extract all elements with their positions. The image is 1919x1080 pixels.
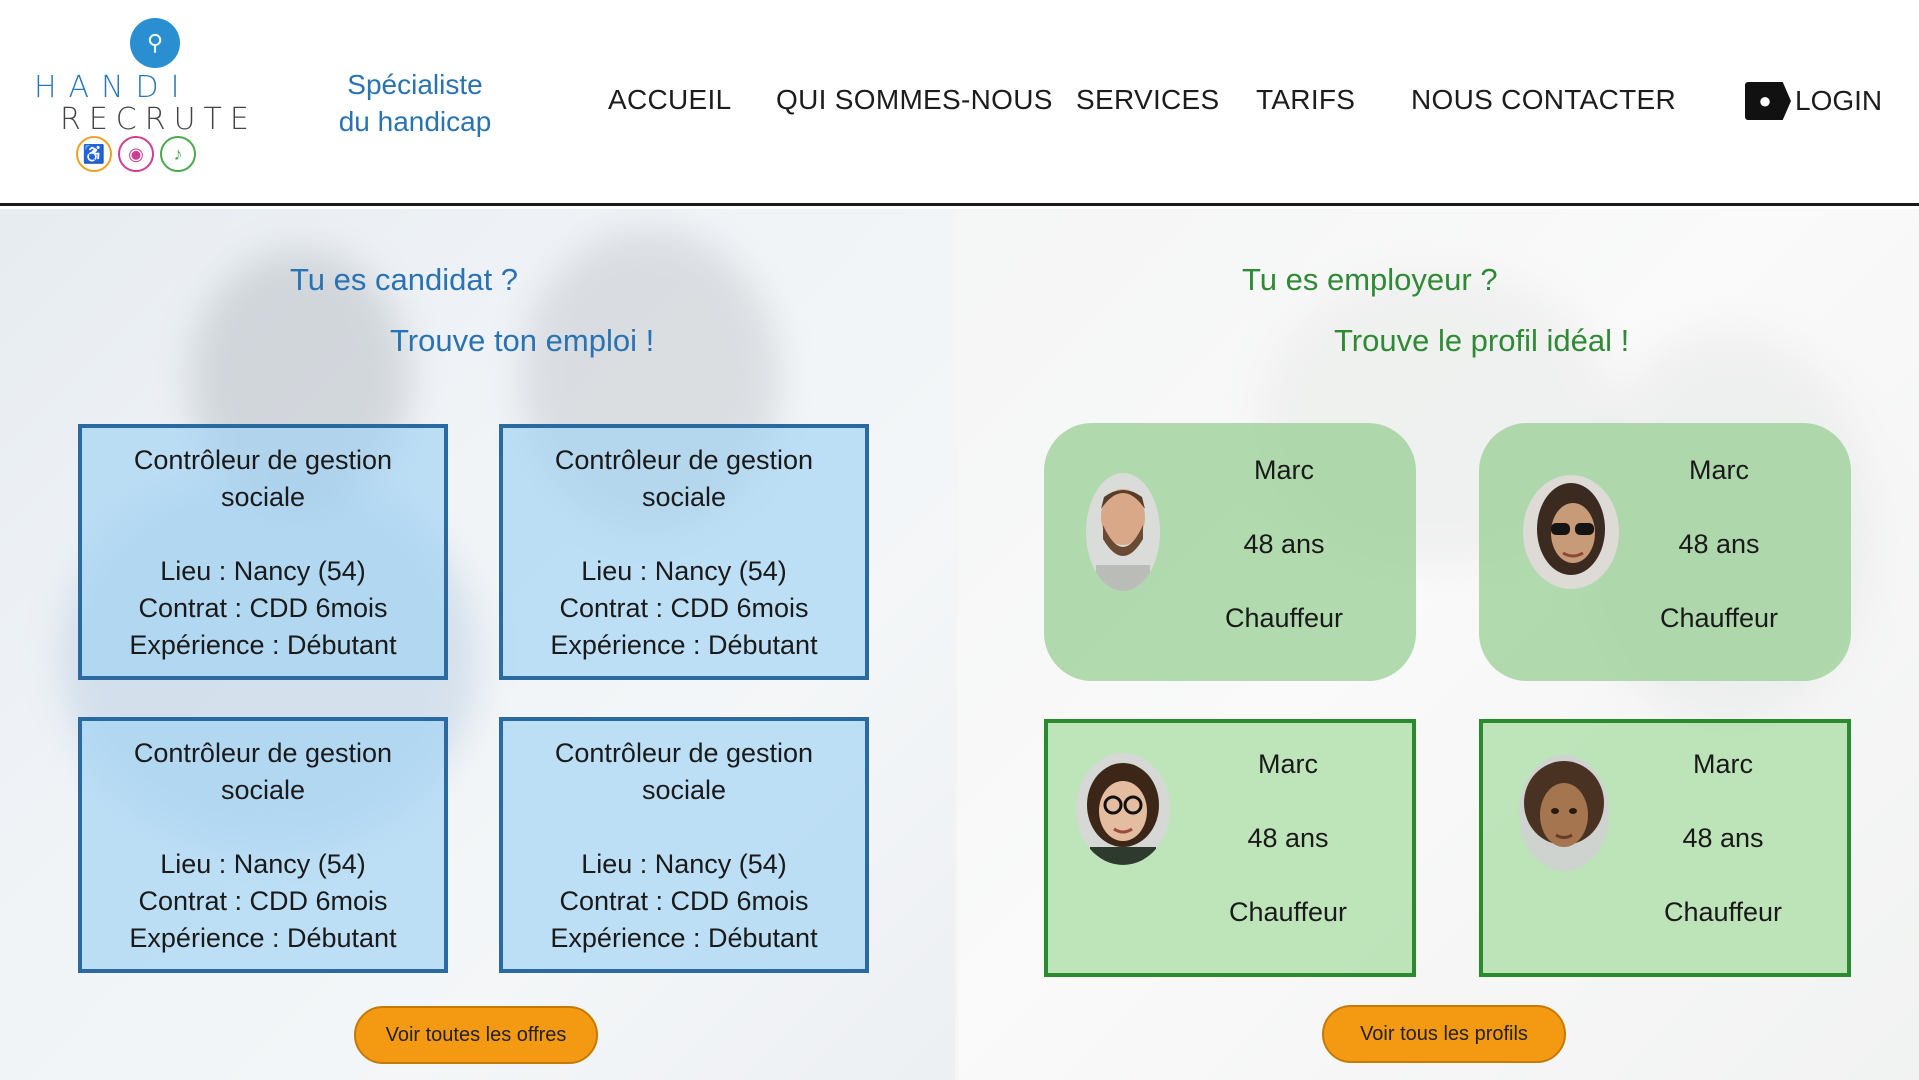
magnifier-people-icon: ⚲: [130, 18, 180, 68]
employer-panel: Tu es employeur ? Trouve le profil idéal…: [958, 209, 1919, 1080]
nav-qui-sommes-nous[interactable]: QUI SOMMES-NOUS: [776, 84, 1053, 116]
profile-info: Marc 48 ans Chauffeur: [1154, 433, 1414, 655]
job-contract: Contrat : CDD 6mois: [138, 593, 388, 623]
job-title: Contrôleur de gestion sociale: [133, 738, 393, 805]
job-experience: Expérience : Débutant: [129, 923, 397, 953]
logo-disability-icons: ♿ ◉ ♪: [76, 136, 196, 172]
avatar: [1076, 753, 1170, 865]
profile-card[interactable]: Marc 48 ans Chauffeur: [1044, 719, 1416, 977]
profile-age: 48 ans: [1678, 529, 1760, 559]
see-all-profiles-button[interactable]: Voir tous les profils: [1322, 1005, 1566, 1063]
nav-nous-contacter[interactable]: NOUS CONTACTER: [1411, 84, 1676, 116]
profile-info: Marc 48 ans Chauffeur: [1589, 433, 1849, 655]
nav-accueil[interactable]: ACCUEIL: [608, 84, 731, 116]
employer-subtitle: Trouve le profil idéal !: [1334, 323, 1630, 358]
job-contract: Contrat : CDD 6mois: [559, 593, 809, 623]
candidate-panel: Tu es candidat ? Trouve ton emploi ! Con…: [0, 209, 955, 1080]
job-location: Lieu : Nancy (54): [160, 849, 366, 879]
site-header: ⚲ HANDI RECRUTE ♿ ◉ ♪ Spécialiste du han…: [0, 0, 1919, 206]
job-offer-card[interactable]: Contrôleur de gestion sociale Lieu : Nan…: [78, 717, 448, 973]
job-experience: Expérience : Débutant: [550, 630, 818, 660]
candidate-subtitle: Trouve ton emploi !: [390, 323, 655, 358]
login-label: LOGIN: [1795, 85, 1883, 116]
avatar: [1086, 473, 1160, 591]
profile-info: Marc 48 ans Chauffeur: [1158, 727, 1418, 949]
job-experience: Expérience : Débutant: [129, 630, 397, 660]
user-login-icon: ●: [1745, 82, 1791, 120]
wheelchair-icon: ♿: [76, 136, 112, 172]
job-offer-card[interactable]: Contrôleur de gestion sociale Lieu : Nan…: [499, 717, 869, 973]
eye-icon: ◉: [118, 136, 154, 172]
job-contract: Contrat : CDD 6mois: [559, 886, 809, 916]
profile-job: Chauffeur: [1224, 603, 1344, 633]
profile-age: 48 ans: [1247, 823, 1329, 853]
candidate-title: Tu es candidat ?: [290, 262, 519, 297]
profile-card[interactable]: Marc 48 ans Chauffeur: [1044, 423, 1416, 681]
job-offer-card[interactable]: Contrôleur de gestion sociale Lieu : Nan…: [499, 424, 869, 680]
profile-card[interactable]: Marc 48 ans Chauffeur: [1479, 423, 1851, 681]
profile-info: Marc 48 ans Chauffeur: [1593, 727, 1853, 949]
nav-services[interactable]: SERVICES: [1076, 84, 1220, 116]
profile-age: 48 ans: [1243, 529, 1325, 559]
main-nav: ACCUEIL QUI SOMMES-NOUS SERVICES TARIFS …: [0, 84, 1919, 124]
profile-job: Chauffeur: [1659, 603, 1779, 633]
profile-job: Chauffeur: [1663, 897, 1783, 927]
profile-age: 48 ans: [1682, 823, 1764, 853]
profile-name: Marc: [1693, 749, 1753, 779]
nav-tarifs[interactable]: TARIFS: [1256, 84, 1355, 116]
ear-icon: ♪: [160, 136, 196, 172]
job-offer-card[interactable]: Contrôleur de gestion sociale Lieu : Nan…: [78, 424, 448, 680]
job-location: Lieu : Nancy (54): [581, 849, 787, 879]
profile-job: Chauffeur: [1228, 897, 1348, 927]
profile-name: Marc: [1258, 749, 1318, 779]
job-title: Contrôleur de gestion sociale: [554, 445, 814, 512]
login-button[interactable]: ● LOGIN: [1745, 82, 1882, 120]
employer-title: Tu es employeur ?: [1242, 262, 1498, 297]
job-location: Lieu : Nancy (54): [581, 556, 787, 586]
profile-name: Marc: [1254, 455, 1314, 485]
job-title: Contrôleur de gestion sociale: [133, 445, 393, 512]
job-location: Lieu : Nancy (54): [160, 556, 366, 586]
job-experience: Expérience : Débutant: [550, 923, 818, 953]
see-all-offers-button[interactable]: Voir toutes les offres: [354, 1006, 598, 1064]
profile-name: Marc: [1689, 455, 1749, 485]
job-contract: Contrat : CDD 6mois: [138, 886, 388, 916]
job-title: Contrôleur de gestion sociale: [554, 738, 814, 805]
profile-card[interactable]: Marc 48 ans Chauffeur: [1479, 719, 1851, 977]
